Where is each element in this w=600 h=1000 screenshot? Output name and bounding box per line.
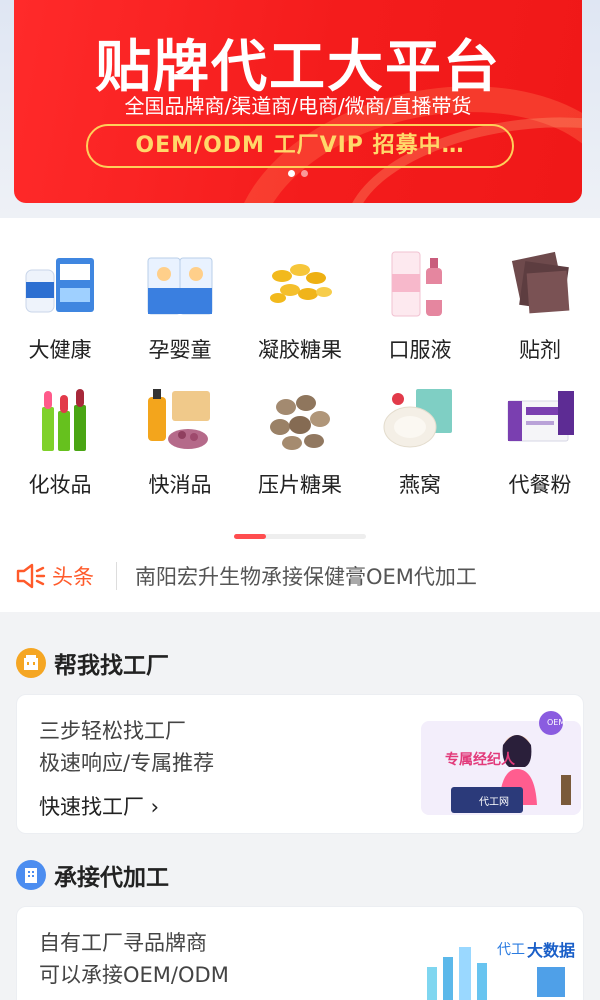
big-data-illustration: 代工 大数据 [417, 927, 577, 1000]
divider [116, 562, 117, 590]
contract-line2: 可以承接OEM/ODM [39, 963, 229, 987]
category-label: 快消品 [148, 473, 212, 497]
category-label: 孕婴童 [148, 338, 212, 362]
contract-card[interactable]: 自有工厂寻品牌商 可以承接OEM/ODM 代工 大数据 [16, 906, 584, 1000]
contract-line1: 自有工厂寻品牌商 [39, 931, 207, 955]
headline-tag: 头条 [52, 565, 94, 589]
carousel-dot[interactable] [301, 170, 308, 177]
category-label: 大健康 [28, 338, 92, 362]
carousel-dot-active[interactable] [288, 170, 295, 177]
cosmetics-icon [22, 383, 98, 455]
factory-icon [16, 648, 46, 678]
headline-bar[interactable]: 头条 南阳宏升生物承接保健膏OEM代加工 [0, 540, 600, 612]
oral-liquid-icon [382, 248, 458, 320]
section-title-text: 承接代加工 [54, 865, 169, 891]
category-item[interactable]: 口服液 [360, 248, 480, 363]
patch-icon [502, 248, 578, 320]
category-item[interactable]: 快消品 [120, 383, 240, 498]
category-label: 代餐粉 [508, 473, 572, 497]
carousel-dots [14, 162, 582, 181]
category-label: 压片糖果 [258, 473, 342, 497]
desk-label: 代工网 [479, 797, 509, 808]
oem-badge: OEM [547, 718, 566, 727]
category-label: 口服液 [388, 338, 452, 362]
contract-section-title: 承接代加工 [16, 858, 169, 892]
agent-illustration: 专属经纪人 OEM 代工网 [421, 705, 581, 825]
find-factory-card[interactable]: 三步轻松找工厂 极速响应/专属推荐 快速找工厂 › 专属经纪人 OEM 代工网 [16, 694, 584, 834]
health-product-icon [22, 248, 98, 320]
promo-banner[interactable]: 贴牌代工大平台 全国品牌商/渠道商/电商/微商/直播带货 OEM/ODM 工厂V… [14, 0, 582, 203]
category-item[interactable]: 压片糖果 [240, 383, 360, 498]
category-label: 贴剂 [519, 338, 561, 362]
category-grid: 大健康 孕婴童 凝胶糖果 口服液 贴剂 化妆品 快消品 压片糖果 燕窝 代餐粉 [0, 248, 600, 498]
baby-product-icon [142, 248, 218, 320]
category-scroll-indicator [234, 534, 366, 539]
speaker-icon [14, 561, 48, 591]
birds-nest-icon [382, 383, 458, 455]
headline-text[interactable]: 南阳宏升生物承接保健膏OEM代加工 [135, 561, 477, 591]
banner-area: 贴牌代工大平台 全国品牌商/渠道商/电商/微商/直播带货 OEM/ODM 工厂V… [0, 0, 600, 218]
find-factory-section-title: 帮我找工厂 [16, 646, 169, 680]
category-label: 凝胶糖果 [258, 338, 342, 362]
quick-find-factory-link[interactable]: 快速找工厂 › [39, 791, 159, 821]
category-item[interactable]: 燕窝 [360, 383, 480, 498]
category-item[interactable]: 孕婴童 [120, 248, 240, 363]
section-title-text: 帮我找工厂 [54, 653, 169, 679]
big-data-badge-b: 大数据 [527, 941, 576, 960]
big-data-badge-a: 代工 [497, 942, 525, 958]
banner-subtitle: 全国品牌商/渠道商/电商/微商/直播带货 [124, 94, 472, 118]
find-factory-line2: 极速响应/专属推荐 [39, 751, 215, 775]
category-item[interactable]: 凝胶糖果 [240, 248, 360, 363]
category-label: 燕窝 [399, 473, 441, 497]
fmcg-icon [142, 383, 218, 455]
building-icon [16, 860, 46, 890]
agent-badge: 专属经纪人 [445, 752, 515, 768]
meal-powder-icon [502, 383, 578, 455]
tablet-candy-icon [262, 383, 338, 455]
find-factory-line1: 三步轻松找工厂 [39, 719, 186, 743]
category-item[interactable]: 贴剂 [480, 248, 600, 363]
category-item[interactable]: 大健康 [0, 248, 120, 363]
category-item[interactable]: 代餐粉 [480, 383, 600, 498]
softgel-icon [262, 248, 338, 320]
category-label: 化妆品 [28, 473, 92, 497]
category-item[interactable]: 化妆品 [0, 383, 120, 498]
